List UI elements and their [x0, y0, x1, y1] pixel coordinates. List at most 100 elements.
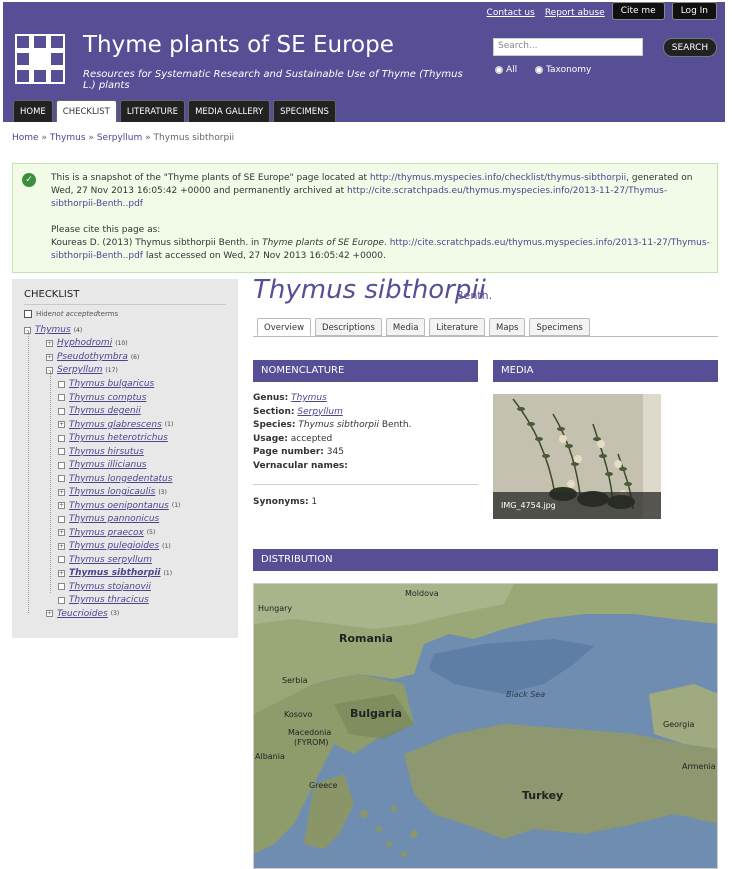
breadcrumb-home[interactable]: Home [12, 133, 39, 143]
radio-taxonomy[interactable]: Taxonomy [535, 65, 591, 75]
leaf-icon[interactable] [58, 407, 65, 415]
tree-item-label[interactable]: Thymus comptus [69, 393, 146, 403]
tree-item[interactable]: Thymus thracicus [58, 595, 149, 605]
leaf-icon[interactable] [58, 434, 65, 442]
tree-item-label[interactable]: Thymus serpyllum [69, 555, 152, 565]
tree-item-label[interactable]: Thymus sibthorpii [69, 568, 161, 578]
genus-link[interactable]: Thymus [291, 393, 327, 403]
tree-item[interactable]: Thymus pannonicus [58, 514, 159, 524]
checkbox-icon[interactable] [24, 310, 32, 318]
distribution-heading: DISTRIBUTION [253, 549, 718, 571]
site-title[interactable]: Thyme plants of SE Europe [83, 32, 394, 58]
tree-item[interactable]: + Hyphodromi (10) [46, 338, 128, 348]
tab-checklist[interactable]: CHECKLIST [55, 100, 117, 122]
leaf-icon[interactable] [58, 475, 65, 482]
tree-item[interactable]: + Pseudothymbra (6) [46, 352, 139, 362]
expand-icon[interactable]: + [58, 502, 65, 509]
media-thumbnail[interactable]: IMG_4754.jpg [493, 394, 661, 519]
tab-literature-sub[interactable]: Literature [429, 318, 486, 336]
search-button[interactable]: SEARCH [663, 38, 717, 57]
tree-item[interactable]: Thymus stojanovii [58, 582, 151, 592]
tree-item-label[interactable]: Thymus longedentatus [69, 474, 172, 484]
expand-icon[interactable]: + [58, 542, 65, 550]
tree-item-label[interactable]: Teucrioides [57, 609, 108, 619]
tree-item[interactable]: Thymus heterotrichus [58, 433, 168, 443]
tree-item[interactable]: + Thymus sibthorpii (1) [58, 568, 172, 578]
expand-icon[interactable]: + [46, 339, 53, 347]
section-link[interactable]: Serpyllum [297, 407, 342, 417]
tree-item[interactable]: + Thymus pulegioides (1) [58, 541, 171, 551]
map-label-serbia: Serbia [282, 676, 308, 685]
tree-item[interactable]: Thymus bulgaricus [58, 379, 154, 389]
tree-item[interactable]: Thymus hirsutus [58, 447, 144, 457]
tree-item[interactable]: + Thymus glabrescens (1) [58, 420, 173, 430]
main-nav-tabs: HOME CHECKLIST LITERATURE MEDIA GALLERY … [13, 100, 339, 122]
expand-icon[interactable]: + [58, 569, 65, 577]
tab-home[interactable]: HOME [13, 100, 53, 122]
tab-maps[interactable]: Maps [489, 318, 526, 336]
tree-item[interactable]: Thymus illicianus [58, 460, 147, 470]
tree-item-label[interactable]: Thymus illicianus [69, 460, 147, 470]
search-input[interactable]: Search... [493, 38, 643, 56]
tree-item-label[interactable]: Thymus degenii [69, 406, 141, 416]
leaf-icon[interactable] [58, 380, 65, 388]
expand-icon[interactable]: + [46, 353, 53, 361]
tree-item[interactable]: Thymus longedentatus [58, 474, 172, 484]
distribution-map[interactable]: Hungary Moldova Romania Serbia Bulgaria … [253, 583, 718, 869]
leaf-icon[interactable] [58, 394, 65, 401]
tree-item-label[interactable]: Thymus hirsutus [69, 447, 144, 457]
tab-media[interactable]: Media [385, 318, 426, 336]
breadcrumb-serpyllum[interactable]: Serpyllum [97, 133, 142, 143]
tree-item[interactable]: Thymus serpyllum [58, 555, 152, 565]
snapshot-page-link[interactable]: http://thymus.myspecies.info/checklist/t… [370, 173, 626, 183]
tree-item-label[interactable]: Thymus stojanovii [69, 582, 151, 592]
leaf-icon[interactable] [58, 461, 65, 469]
tree-item-label[interactable]: Thymus pannonicus [69, 514, 159, 524]
tree-item-label[interactable]: Thymus thracicus [69, 595, 149, 605]
tree-item[interactable]: + Teucrioides (3) [46, 609, 119, 619]
expand-icon[interactable]: + [58, 529, 65, 536]
leaf-icon[interactable] [58, 448, 65, 455]
tab-specimens[interactable]: SPECIMENS [273, 100, 336, 122]
hide-not-accepted-toggle[interactable]: Hide not accepted terms [24, 310, 118, 318]
tree-item[interactable]: Thymus degenii [58, 406, 141, 416]
tree-item[interactable]: + Thymus longicaulis (3) [58, 487, 167, 497]
leaf-icon[interactable] [58, 583, 65, 590]
tree-item-count: (4) [73, 326, 83, 334]
tab-literature[interactable]: LITERATURE [119, 100, 186, 122]
tree-item-label[interactable]: Thymus pulegioides [69, 541, 159, 551]
tree-item-label[interactable]: Thymus glabrescens [69, 420, 162, 430]
tree-item-label[interactable]: Thymus heterotrichus [69, 433, 168, 443]
site-logo[interactable] [15, 34, 65, 84]
leaf-icon[interactable] [58, 556, 65, 563]
login-button[interactable]: Log In [671, 2, 717, 20]
tree-item-label[interactable]: Thymus bulgaricus [69, 379, 154, 389]
cite-me-button[interactable]: Cite me [611, 2, 665, 20]
tree-item-label[interactable]: Pseudothymbra [57, 352, 128, 362]
tree-item-label[interactable]: Thymus [35, 325, 71, 335]
tree-item[interactable]: – Serpyllum (17) [46, 365, 118, 375]
breadcrumb-thymus[interactable]: Thymus [50, 133, 86, 143]
tree-item[interactable]: + Thymus oenipontanus (1) [58, 501, 180, 511]
tree-item-label[interactable]: Thymus longicaulis [69, 487, 155, 497]
leaf-icon[interactable] [58, 515, 65, 523]
contact-link[interactable]: Contact us [487, 8, 535, 18]
expand-icon[interactable]: + [46, 610, 53, 617]
leaf-icon[interactable] [58, 596, 65, 604]
radio-all[interactable]: All [495, 65, 517, 75]
tab-overview[interactable]: Overview [257, 318, 312, 336]
tree-item-label[interactable]: Thymus praecox [69, 528, 144, 538]
tree-item[interactable]: Thymus comptus [58, 393, 146, 403]
divider [253, 336, 718, 337]
expand-icon[interactable]: + [58, 488, 65, 496]
tree-item[interactable]: – Thymus (4) [24, 325, 82, 335]
tab-descriptions[interactable]: Descriptions [315, 318, 382, 336]
tree-item[interactable]: + Thymus praecox (5) [58, 528, 155, 538]
tab-specimens-sub[interactable]: Specimens [529, 318, 590, 336]
tree-item-label[interactable]: Thymus oenipontanus [69, 501, 169, 511]
report-abuse-link[interactable]: Report abuse [545, 8, 605, 18]
tree-item-label[interactable]: Hyphodromi [57, 338, 112, 348]
tab-media-gallery[interactable]: MEDIA GALLERY [188, 100, 271, 122]
expand-icon[interactable]: + [58, 421, 65, 428]
tree-item-label[interactable]: Serpyllum [57, 365, 102, 375]
